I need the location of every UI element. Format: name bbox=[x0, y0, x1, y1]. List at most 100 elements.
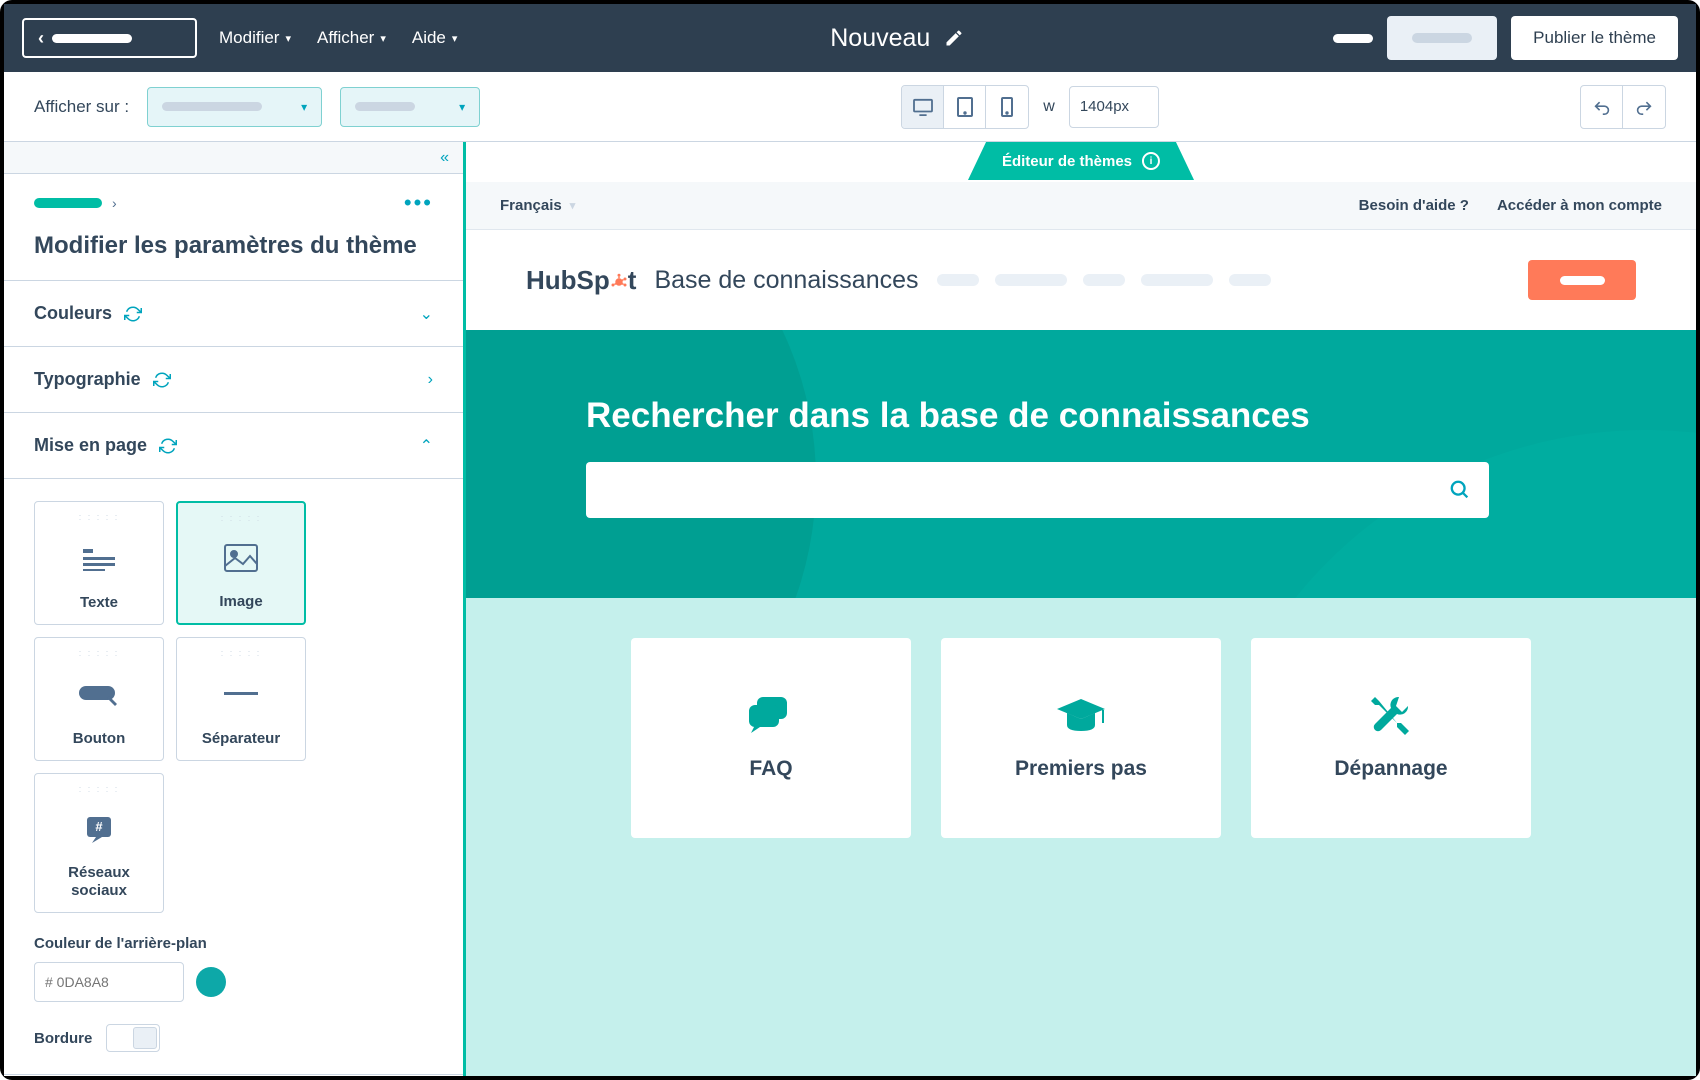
drag-handle-icon: : : : : : bbox=[79, 512, 120, 522]
editor-badge[interactable]: Éditeur de thèmes i bbox=[968, 142, 1194, 180]
info-icon: i bbox=[1142, 152, 1160, 170]
card-depannage[interactable]: Dépannage bbox=[1251, 638, 1531, 838]
chat-icon bbox=[749, 695, 793, 739]
preview-top-links: Besoin d'aide ? Accéder à mon compte bbox=[1359, 197, 1662, 214]
tile-separateur[interactable]: : : : : : Séparateur bbox=[176, 637, 306, 761]
card-premiers-label: Premiers pas bbox=[1015, 757, 1147, 781]
topbar-skeleton-1 bbox=[1333, 34, 1373, 43]
main-area: « › ••• Modifier les paramètres du thème… bbox=[4, 142, 1696, 1076]
select-skeleton bbox=[162, 102, 262, 111]
hubspot-logo: HubSpt bbox=[526, 265, 636, 296]
tile-separateur-label: Séparateur bbox=[202, 730, 280, 748]
tile-image-label: Image bbox=[219, 593, 262, 611]
more-menu-button[interactable]: ••• bbox=[404, 190, 433, 216]
back-button[interactable]: ‹ bbox=[22, 18, 197, 58]
language-label: Français bbox=[500, 197, 562, 214]
border-row: Bordure bbox=[34, 1024, 433, 1052]
chevron-up-icon: ⌃ bbox=[420, 436, 433, 456]
chevron-right-icon: › bbox=[428, 371, 433, 389]
nav-pill bbox=[1141, 274, 1213, 286]
bordure-toggle[interactable] bbox=[106, 1024, 160, 1052]
undo-redo-group bbox=[1580, 85, 1666, 129]
card-depannage-label: Dépannage bbox=[1334, 757, 1447, 781]
menu-modifier-label: Modifier bbox=[219, 28, 279, 48]
afficher-sur-select-2[interactable]: ▾ bbox=[340, 87, 480, 127]
search-icon bbox=[1449, 479, 1471, 501]
device-desktop-button[interactable] bbox=[902, 86, 944, 128]
accordion-couleurs-label: Couleurs bbox=[34, 303, 112, 324]
logo-post: t bbox=[628, 265, 637, 295]
sidebar-title: Modifier les paramètres du thème bbox=[4, 216, 463, 281]
width-label: w bbox=[1043, 98, 1055, 116]
toolbar: Afficher sur : ▾ ▾ w bbox=[4, 72, 1696, 142]
logo-group: HubSpt Base de connaissances bbox=[526, 265, 1271, 296]
sidebar-collapse-button[interactable]: « bbox=[4, 142, 463, 174]
cards-row: FAQ Premiers pas Dépannage bbox=[526, 638, 1636, 838]
hero-search-input[interactable] bbox=[586, 462, 1489, 518]
card-faq[interactable]: FAQ bbox=[631, 638, 911, 838]
card-premiers-pas[interactable]: Premiers pas bbox=[941, 638, 1221, 838]
publish-button[interactable]: Publier le thème bbox=[1511, 16, 1678, 60]
redo-button[interactable] bbox=[1623, 86, 1665, 128]
language-selector[interactable]: Français ▾ bbox=[500, 197, 575, 214]
tile-image[interactable]: : : : : : Image bbox=[176, 501, 306, 625]
toolbar-left: Afficher sur : ▾ ▾ bbox=[34, 87, 480, 127]
button-icon bbox=[79, 674, 119, 714]
caret-down-icon: ▾ bbox=[285, 32, 291, 45]
account-link[interactable]: Accéder à mon compte bbox=[1497, 197, 1662, 214]
tile-texte[interactable]: : : : : : Texte bbox=[34, 501, 164, 625]
preview-header: HubSpt Base de connaissances bbox=[466, 230, 1696, 330]
accordion-mise-en-page[interactable]: Mise en page ⌃ bbox=[4, 413, 463, 479]
tile-reseaux[interactable]: : : : : : # Réseaux sociaux bbox=[34, 773, 164, 913]
menu-afficher-label: Afficher bbox=[317, 28, 374, 48]
editor-badge-label: Éditeur de thèmes bbox=[1002, 153, 1132, 170]
undo-button[interactable] bbox=[1581, 86, 1623, 128]
nav-pill bbox=[1083, 274, 1125, 286]
accordion-couleurs[interactable]: Couleurs ⌄ bbox=[4, 281, 463, 347]
module-tile-grid: : : : : : Texte : : : : : Image : : : : … bbox=[34, 501, 433, 913]
bg-color-input[interactable] bbox=[34, 962, 184, 1002]
help-link[interactable]: Besoin d'aide ? bbox=[1359, 197, 1469, 214]
accordion-typographie[interactable]: Typographie › bbox=[4, 347, 463, 413]
breadcrumb-left[interactable]: › bbox=[34, 195, 117, 211]
device-tablet-button[interactable] bbox=[944, 86, 986, 128]
kb-title: Base de connaissances bbox=[654, 266, 918, 295]
preview-inner: Français ▾ Besoin d'aide ? Accéder à mon… bbox=[466, 142, 1696, 1076]
nav-skeleton bbox=[937, 274, 1271, 286]
bordure-label: Bordure bbox=[34, 1030, 92, 1047]
menu-modifier[interactable]: Modifier ▾ bbox=[215, 22, 295, 54]
hero-title: Rechercher dans la base de connaissances bbox=[586, 396, 1636, 436]
accordion-typographie-label: Typographie bbox=[34, 369, 141, 390]
bg-color-swatch[interactable] bbox=[196, 967, 226, 997]
tile-bouton[interactable]: : : : : : Bouton bbox=[34, 637, 164, 761]
separator-icon bbox=[224, 674, 258, 714]
svg-text:#: # bbox=[95, 819, 103, 834]
select-skeleton bbox=[355, 102, 415, 111]
topbar-secondary-skeleton bbox=[1412, 33, 1472, 43]
caret-down-icon: ▾ bbox=[459, 100, 465, 114]
breadcrumb: › ••• bbox=[4, 174, 463, 216]
drag-handle-icon: : : : : : bbox=[221, 513, 262, 523]
menu-afficher[interactable]: Afficher▾ bbox=[313, 22, 390, 54]
hero: Rechercher dans la base de connaissances bbox=[466, 330, 1696, 598]
menu-aide-label: Aide bbox=[412, 28, 446, 48]
afficher-sur-select-1[interactable]: ▾ bbox=[147, 87, 322, 127]
topbar: ‹ Modifier ▾ Afficher▾ Aide▾ Nouveau Publ… bbox=[4, 4, 1696, 72]
breadcrumb-bar bbox=[34, 198, 102, 208]
nav-pill bbox=[937, 274, 979, 286]
width-input[interactable] bbox=[1069, 86, 1159, 128]
drag-handle-icon: : : : : : bbox=[79, 648, 120, 658]
cards-section: FAQ Premiers pas Dépannage bbox=[466, 598, 1696, 1076]
cta-button[interactable] bbox=[1528, 260, 1636, 300]
nav-pill bbox=[995, 274, 1067, 286]
caret-down-icon: ▾ bbox=[301, 100, 307, 114]
topbar-secondary-button[interactable] bbox=[1387, 16, 1497, 60]
device-selector bbox=[901, 85, 1029, 129]
menu-aide[interactable]: Aide▾ bbox=[408, 22, 462, 54]
page-title-container: Nouveau bbox=[479, 24, 1315, 53]
pencil-icon[interactable] bbox=[944, 28, 964, 48]
chevron-left-icon: ‹ bbox=[38, 28, 44, 49]
logo-pre: HubSp bbox=[526, 265, 610, 295]
sprocket-icon bbox=[610, 273, 628, 291]
device-mobile-button[interactable] bbox=[986, 86, 1028, 128]
